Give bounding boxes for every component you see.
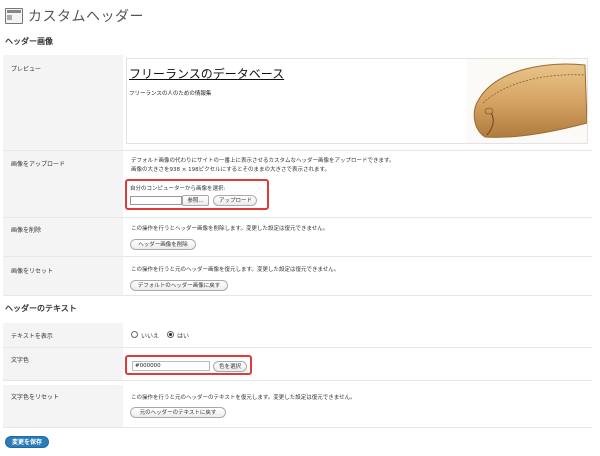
remove-header-image-button[interactable]: ヘッダー画像を削除 <box>130 239 196 250</box>
select-color-button[interactable]: 色を選択 <box>213 361 247 372</box>
reset-image-field: この操作を行うと元のヘッダー画像を復元します。変更した設定は復元できません。 デ… <box>123 257 592 295</box>
browse-button[interactable]: 参照... <box>182 195 209 206</box>
upload-field: デフォルト画像の代わりにサイトの一番上に表示させるカスタムなヘッダー画像をアップ… <box>123 151 592 217</box>
upload-label: 画像をアップロード <box>11 161 66 168</box>
show-text-yes-radio[interactable] <box>167 331 174 338</box>
show-text-no-label: いいえ <box>141 333 160 340</box>
file-path-input[interactable] <box>130 196 182 205</box>
header-preview: フリーランスのデータベース フリーランスの人のための情報集 <box>126 58 588 144</box>
preview-label: プレビュー <box>11 66 42 73</box>
remove-image-description: この操作を行うとヘッダー画像を削除します。変更した設定は復元できません。 <box>131 226 329 232</box>
show-text-no-radio[interactable] <box>131 331 138 338</box>
show-text-label: テキストを表示 <box>11 333 53 340</box>
upload-row: 画像をアップロード デフォルト画像の代わりにサイトの一番上に表示させるカスタムな… <box>3 151 592 218</box>
section-title-header-image: ヘッダー画像 <box>5 37 53 46</box>
text-color-field: #000000 色を選択 <box>123 348 592 380</box>
upload-button[interactable]: アップロード <box>213 195 257 206</box>
text-color-input[interactable]: #000000 <box>132 361 210 371</box>
reset-color-row: 文字色をリセット この操作を行うと元のヘッダーのテキストを復元します。変更した設… <box>3 385 592 428</box>
reset-image-description: この操作を行うと元のヘッダー画像を復元します。変更した設定は復元できません。 <box>131 267 340 273</box>
remove-image-field: この操作を行うとヘッダー画像を削除します。変更した設定は復元できません。 ヘッダ… <box>123 218 592 256</box>
text-color-label: 文字色 <box>11 357 30 364</box>
restore-default-text-button[interactable]: 元のヘッダーのテキストに戻す <box>130 407 226 418</box>
text-color-row: 文字色 #000000 色を選択 <box>3 348 592 381</box>
reset-color-field: この操作を行うと元のヘッダーのテキストを復元します。変更した設定は復元できません… <box>123 385 592 427</box>
upload-size-note: 画像の大きさを938 × 198ピクセルにするとそのままの大きさで表示されます。 <box>131 167 330 173</box>
show-text-yes-label: はい <box>177 333 190 340</box>
page-title: カスタムヘッダー <box>28 9 144 25</box>
appearance-icon <box>5 8 23 24</box>
save-changes-button[interactable]: 変更を保存 <box>5 436 50 448</box>
text-color-highlight-box: #000000 色を選択 <box>125 355 252 375</box>
reset-image-row: 画像をリセット この操作を行うと元のヘッダー画像を復元します。変更した設定は復元… <box>3 257 592 296</box>
section-title-header-text: ヘッダーのテキスト <box>5 304 77 313</box>
remove-image-label: 画像を削除 <box>11 227 42 234</box>
reset-color-label: 文字色をリセット <box>11 394 60 401</box>
show-text-field: いいえ はい <box>123 323 592 347</box>
header-image-pencase <box>467 59 587 143</box>
page-header: カスタムヘッダー <box>5 5 144 27</box>
reset-color-description: この操作を行うと元のヘッダーのテキストを復元します。変更した設定は復元できません… <box>131 395 356 401</box>
reset-image-label: 画像をリセット <box>11 268 54 275</box>
upload-description: デフォルト画像の代わりにサイトの一番上に表示させるカスタムなヘッダー画像をアップ… <box>131 158 395 164</box>
site-tagline: フリーランスの人のための情報集 <box>129 91 212 97</box>
choose-file-label: 自分のコンピューターから画像を選択: <box>130 186 226 192</box>
upload-highlight-box: 自分のコンピューターから画像を選択: 参照... アップロード <box>125 179 269 210</box>
remove-image-row: 画像を削除 この操作を行うとヘッダー画像を削除します。変更した設定は復元できませ… <box>3 218 592 257</box>
restore-default-image-button[interactable]: デフォルトのヘッダー画像に戻す <box>130 280 228 291</box>
preview-field: フリーランスのデータベース フリーランスの人のための情報集 <box>123 55 592 150</box>
preview-row: プレビュー フリーランスのデータベース フリーランスの人のための情報集 <box>3 55 592 151</box>
show-text-row: テキストを表示 いいえ はい <box>3 323 592 348</box>
site-title: フリーランスのデータベース <box>129 67 285 81</box>
